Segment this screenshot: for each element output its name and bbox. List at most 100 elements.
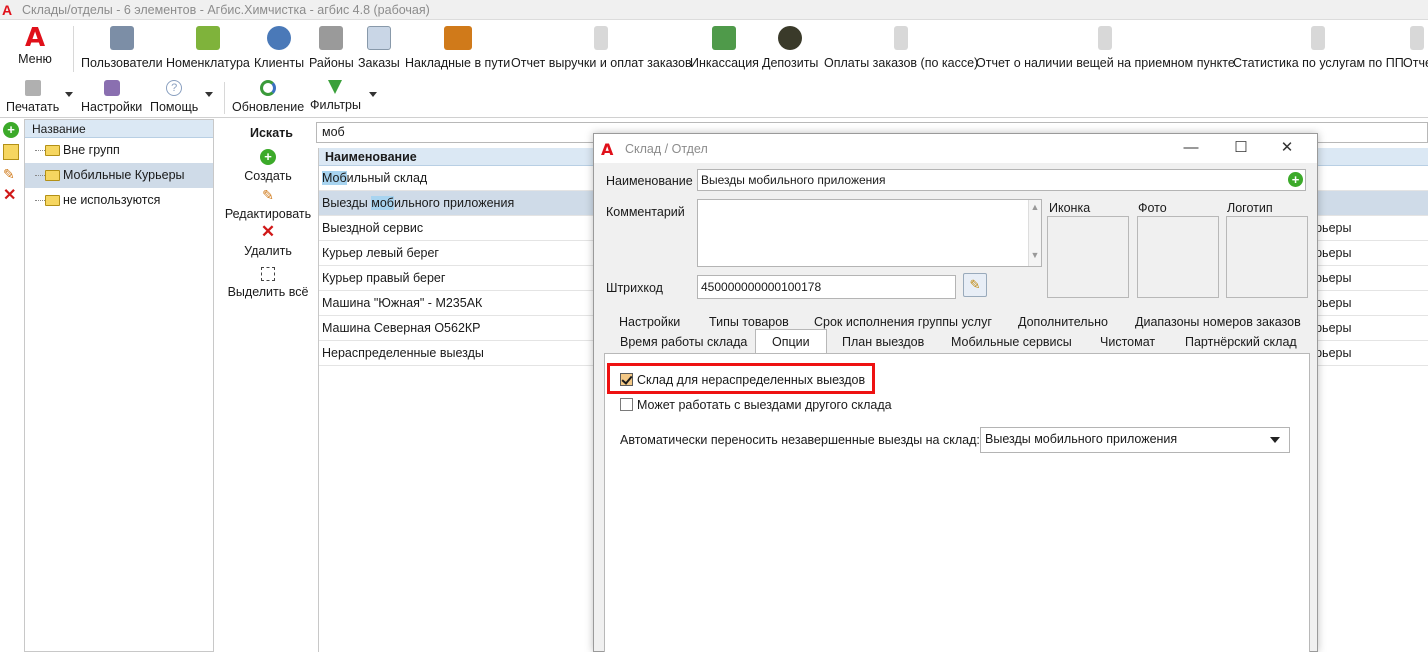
highlight-box [607, 363, 875, 394]
tab-order-ranges[interactable]: Диапазоны номеров заказов [1135, 312, 1301, 332]
client-icon [267, 26, 292, 50]
name-label: Наименование [606, 174, 693, 188]
ribbon-clients-button[interactable]: Клиенты [254, 26, 304, 72]
truck-icon [443, 26, 472, 50]
help-dropdown-arrow-icon[interactable] [205, 92, 213, 97]
tab-mobile-services[interactable]: Мобильные сервисы [951, 332, 1072, 352]
folder-icon [45, 145, 60, 156]
comment-scrollbar[interactable]: ▲ ▼ [1028, 200, 1041, 266]
tabs-row-1: Настройки Типы товаров Срок исполнения г… [594, 312, 1317, 332]
ribbon-statistics-button[interactable]: Статистика по услугам по ПП [1233, 26, 1404, 72]
group-tree: Название Вне групп Мобильные Курьеры не … [24, 119, 214, 652]
dialog-title: Склад / Отдел [625, 142, 708, 156]
barcode-field[interactable]: 450000000000100178 [697, 275, 956, 299]
dialog-titlebar: A Склад / Отдел — ☐ ✕ [594, 134, 1317, 163]
logo-image-box[interactable] [1226, 216, 1308, 298]
folder-icon [45, 195, 60, 206]
tree-item[interactable]: не используются [25, 188, 213, 213]
photo-image-box[interactable] [1137, 216, 1219, 298]
tree-header: Название [25, 120, 213, 138]
name-field[interactable]: Выезды мобильного приложения [697, 169, 1306, 191]
tab-service-terms[interactable]: Срок исполнения группы услуг [814, 312, 992, 332]
refresh-button[interactable]: Обновление [232, 80, 304, 116]
icon-image-box[interactable] [1047, 216, 1129, 298]
report-icon [1098, 26, 1113, 50]
print-dropdown-arrow-icon[interactable] [65, 92, 73, 97]
tree-item[interactable]: Вне групп [25, 138, 213, 163]
auto-move-label: Автоматически переносить незавершенные в… [620, 433, 980, 447]
tab-visit-plan[interactable]: План выездов [842, 332, 924, 352]
filters-dropdown-arrow-icon[interactable] [369, 92, 377, 97]
other-warehouse-checkbox[interactable] [620, 398, 633, 411]
scroll-down-icon[interactable]: ▼ [1029, 250, 1041, 260]
auto-move-select[interactable]: Выезды мобильного приложения [980, 427, 1290, 453]
printer-icon [24, 80, 41, 96]
secondary-toolbar: Печатать Настройки ? Помощь Обновление Ф… [0, 76, 1428, 118]
report-icon [894, 26, 909, 50]
folder-icon [45, 170, 60, 181]
help-button[interactable]: ? Помощь [150, 80, 198, 116]
select-all-button[interactable]: Выделить всё [220, 267, 316, 299]
ribbon-revenue-report-button[interactable]: Отчет выручки и оплат заказов [511, 26, 692, 72]
tab-partner-warehouse[interactable]: Партнёрский склад [1185, 332, 1297, 352]
app-logo-icon: A [601, 140, 614, 159]
tab-settings[interactable]: Настройки [619, 312, 680, 332]
create-button[interactable]: + Создать [220, 149, 316, 183]
ribbon-users-button[interactable]: Пользователи [81, 26, 163, 72]
settings-button[interactable]: Настройки [81, 80, 142, 116]
ribbon-invoices-button[interactable]: Накладные в пути [405, 26, 510, 72]
ribbon-districts-button[interactable]: Районы [309, 26, 354, 72]
edit-group-icon[interactable]: ✎ [3, 166, 19, 182]
generate-barcode-button[interactable]: ✎ [963, 273, 987, 297]
print-button[interactable]: Печатать [6, 80, 59, 116]
filters-button[interactable]: Фильтры [310, 80, 361, 116]
comment-field[interactable] [697, 199, 1042, 267]
select-all-icon [261, 267, 275, 281]
photo-label: Фото [1138, 201, 1167, 215]
wand-icon: ✎ [969, 277, 981, 292]
scroll-up-icon[interactable]: ▲ [1029, 202, 1041, 212]
delete-button[interactable]: ✕ Удалить [220, 223, 316, 258]
search-match-highlight: Моб [322, 171, 347, 185]
folder-icon[interactable] [3, 144, 19, 160]
menu-button[interactable]: A Меню [10, 24, 60, 72]
tree-item[interactable]: Мобильные Курьеры [25, 163, 213, 188]
report-icon [1311, 26, 1326, 50]
barcode-label: Штрихкод [606, 281, 663, 295]
add-icon: + [260, 149, 276, 165]
settings-icon [103, 80, 120, 96]
maximize-icon[interactable]: ☐ [1231, 138, 1251, 158]
tab-working-hours[interactable]: Время работы склада [620, 332, 747, 352]
warehouse-dialog: A Склад / Отдел — ☐ ✕ Наименование Выезд… [593, 133, 1318, 652]
tab-additional[interactable]: Дополнительно [1018, 312, 1108, 332]
close-icon[interactable]: ✕ [1277, 138, 1297, 158]
basket-icon [195, 26, 220, 50]
ribbon-items-report-button[interactable]: Отчет о наличии вещей на приемном пункте [976, 26, 1235, 72]
tab-options[interactable]: Опции [755, 329, 827, 353]
add-group-icon[interactable]: + [3, 122, 19, 138]
comment-label: Комментарий [606, 205, 685, 219]
ribbon-payments-button[interactable]: Оплаты заказов (по кассе) [824, 26, 978, 72]
tree-tools: + ✎ ✕ [0, 118, 22, 652]
edit-button[interactable]: ✎ Редактировать [220, 187, 316, 221]
add-name-icon[interactable]: + [1288, 172, 1303, 187]
action-panel: Искать + Создать ✎ Редактировать ✕ Удали… [220, 119, 316, 652]
delete-group-icon[interactable]: ✕ [3, 188, 19, 204]
search-match-highlight: моб [371, 196, 394, 210]
search-label: Искать [250, 126, 293, 140]
deposit-icon [778, 26, 803, 50]
ribbon-orders-button[interactable]: Заказы [358, 26, 400, 72]
logo-label: Логотип [1227, 201, 1273, 215]
ribbon-collection-button[interactable]: Инкассация [690, 26, 759, 72]
report-icon [594, 26, 609, 50]
users-icon [109, 26, 134, 50]
ribbon-nomenclature-button[interactable]: Номенклатура [166, 26, 250, 72]
main-ribbon: A Меню Пользователи Номенклатура Клиенты… [0, 20, 1428, 76]
ribbon-more-report-button[interactable]: Отче [1403, 26, 1428, 72]
filter-icon [328, 80, 343, 94]
tab-chistomat[interactable]: Чистомат [1100, 332, 1155, 352]
toolbar-separator [224, 82, 225, 114]
ribbon-deposits-button[interactable]: Депозиты [762, 26, 818, 72]
minimize-icon[interactable]: — [1181, 138, 1201, 158]
help-icon: ? [166, 80, 183, 96]
